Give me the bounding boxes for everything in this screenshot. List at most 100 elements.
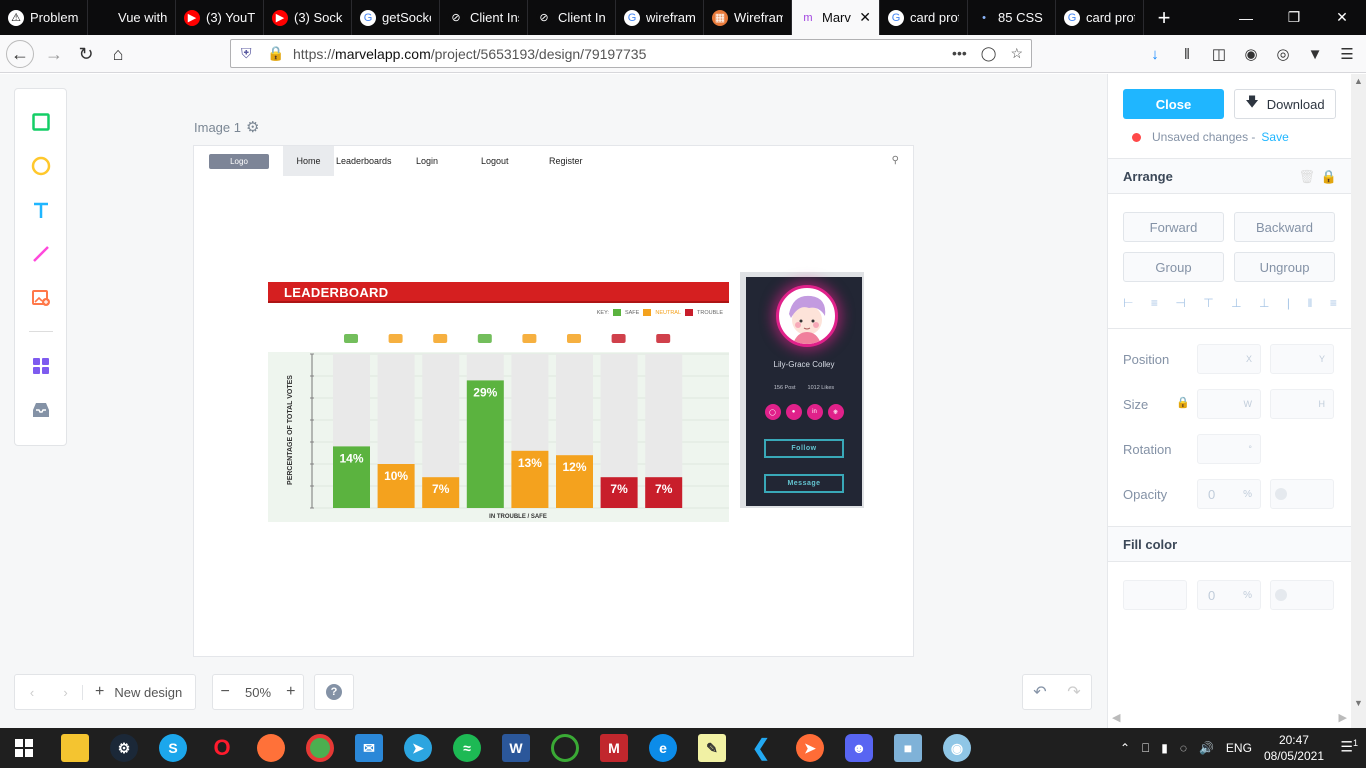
- virtualbox-icon[interactable]: ■: [894, 734, 922, 762]
- notepad-icon[interactable]: ✎: [698, 734, 726, 762]
- firefox-icon[interactable]: [257, 734, 285, 762]
- position-x-field[interactable]: X: [1197, 344, 1261, 374]
- line-tool-icon[interactable]: [28, 241, 54, 267]
- distribute-h-icon[interactable]: ‖: [1307, 296, 1312, 310]
- browser-tab[interactable]: ▶ (3) YouTu: [176, 0, 264, 35]
- forward-icon[interactable]: →: [40, 40, 68, 68]
- home-icon[interactable]: ⌂: [104, 40, 132, 68]
- size-w-field[interactable]: W: [1197, 389, 1261, 419]
- back-icon[interactable]: ←: [6, 40, 34, 68]
- reload-icon[interactable]: ↻: [72, 40, 100, 68]
- browser-tab[interactable]: ⊘ Client In: [528, 0, 616, 35]
- discord-icon[interactable]: ☻: [845, 734, 873, 762]
- artboard-canvas[interactable]: Logo Home Leaderboards Login Logout Regi…: [193, 145, 914, 657]
- tray-chevron-icon[interactable]: ⌃: [1120, 741, 1130, 755]
- browser-tab[interactable]: Gwirefram: [616, 0, 704, 35]
- close-window-icon[interactable]: ✕: [1318, 0, 1366, 35]
- battery-icon[interactable]: ▮: [1161, 741, 1168, 755]
- new-design-button[interactable]: + New design: [83, 683, 182, 701]
- panel-scroll-right-icon[interactable]: ▶: [1339, 711, 1347, 724]
- download-arrow-icon[interactable]: ↓: [1144, 40, 1166, 68]
- vscode-icon[interactable]: ❮: [747, 734, 775, 762]
- url-bar[interactable]: ⛨ 🔒 https://marvelapp.com/project/565319…: [230, 39, 1032, 68]
- size-h-field[interactable]: H: [1270, 389, 1334, 419]
- follow-button[interactable]: Follow: [764, 439, 844, 458]
- bookmark-star-icon[interactable]: ☆: [1010, 45, 1023, 62]
- url-text[interactable]: https://marvelapp.com/project/5653193/de…: [293, 46, 646, 62]
- close-button[interactable]: Close: [1123, 89, 1224, 119]
- wireframe-nav-register[interactable]: Register: [549, 146, 583, 176]
- group-button[interactable]: Group: [1123, 252, 1224, 282]
- language-indicator[interactable]: ENG: [1226, 741, 1252, 755]
- wireframe-nav-leaderboards[interactable]: Leaderboards: [336, 146, 392, 176]
- page-actions-icon[interactable]: •••: [952, 45, 967, 62]
- postman-icon[interactable]: ➤: [796, 734, 824, 762]
- browser-tab[interactable]: ▶ (3) Socke: [264, 0, 352, 35]
- chrome-icon[interactable]: [306, 734, 334, 762]
- inbox-icon[interactable]: [28, 397, 54, 423]
- clock[interactable]: 20:47 08/05/2021: [1264, 732, 1324, 764]
- menu-icon[interactable]: ☰: [1336, 40, 1358, 68]
- panel-scroll-left-icon[interactable]: ◀: [1112, 711, 1120, 724]
- align-middle-v-icon[interactable]: ⊥: [1231, 296, 1241, 310]
- page-scrollbar[interactable]: ▲ ▼: [1351, 74, 1366, 728]
- fill-slider-knob[interactable]: [1275, 589, 1287, 601]
- distribute-v-icon[interactable]: ≡: [1330, 296, 1337, 310]
- opacity-slider[interactable]: [1270, 479, 1334, 509]
- mendeley-icon[interactable]: M: [600, 734, 628, 762]
- browser-tab[interactable]: Gcard prof: [1056, 0, 1144, 35]
- edge-icon[interactable]: e: [649, 734, 677, 762]
- opacity-slider-knob[interactable]: [1275, 488, 1287, 500]
- ungroup-button[interactable]: Ungroup: [1234, 252, 1335, 282]
- zoom-out-icon[interactable]: −: [221, 683, 230, 701]
- message-button[interactable]: Message: [764, 474, 844, 493]
- browser-tab[interactable]: ▦ Wirefram: [704, 0, 792, 35]
- paint-icon[interactable]: ◉: [943, 734, 971, 762]
- rectangle-tool-icon[interactable]: [28, 109, 54, 135]
- wireframe-nav-login[interactable]: Login: [416, 146, 438, 176]
- linkedin-icon[interactable]: in: [806, 404, 823, 420]
- wifi-icon[interactable]: ◌: [1180, 741, 1187, 755]
- spotify-icon[interactable]: ≈: [453, 734, 481, 762]
- wireframe-logo[interactable]: Logo: [209, 154, 269, 169]
- scroll-down-icon[interactable]: ▼: [1354, 698, 1363, 708]
- leaderboard-chart[interactable]: 14% 10% 7% 29% 13% 12% 7% 7% PERCENTAGE OF TOTAL…: [268, 282, 729, 522]
- twitter-icon[interactable]: ●: [785, 404, 802, 420]
- zoom-level[interactable]: 50%: [245, 685, 271, 700]
- opera-icon[interactable]: O: [208, 734, 236, 762]
- telegram-icon[interactable]: ➤: [404, 734, 432, 762]
- browser-tab[interactable]: Vue with par: [88, 0, 176, 35]
- dribbble-icon[interactable]: ❋: [827, 404, 844, 420]
- redo-icon[interactable]: ↷: [1067, 682, 1080, 702]
- trash-icon[interactable]: 🗑: [1298, 159, 1315, 194]
- align-center-h-icon[interactable]: ≡: [1151, 296, 1158, 310]
- browser-tab[interactable]: ⚠ Problem: [0, 0, 88, 35]
- fill-color-swatch[interactable]: [1123, 580, 1187, 610]
- windows-start-icon[interactable]: [10, 734, 38, 762]
- volume-icon[interactable]: 🔊: [1199, 741, 1214, 755]
- browser-tab[interactable]: GgetSocke: [352, 0, 440, 35]
- forward-button[interactable]: Forward: [1123, 212, 1224, 242]
- wireframe-nav-logout[interactable]: Logout: [481, 146, 509, 176]
- skype-icon[interactable]: S: [159, 734, 187, 762]
- rotation-field[interactable]: °: [1197, 434, 1261, 464]
- minimize-icon[interactable]: —: [1222, 0, 1270, 35]
- browser-tab[interactable]: Gcard prof: [880, 0, 968, 35]
- browser-tab[interactable]: m Marv ✕: [792, 0, 880, 35]
- pocket-icon[interactable]: ◯: [981, 45, 997, 62]
- text-tool-icon[interactable]: [28, 197, 54, 223]
- align-left-icon[interactable]: ⊢: [1123, 296, 1133, 310]
- browser-tab[interactable]: ⊘ Client Ins: [440, 0, 528, 35]
- opacity-field[interactable]: 0%: [1197, 479, 1261, 509]
- save-link[interactable]: Save: [1261, 130, 1288, 144]
- align-right-icon[interactable]: ⊣: [1175, 296, 1185, 310]
- restore-icon[interactable]: ❐: [1270, 0, 1318, 35]
- wireframe-search-icon[interactable]: ⚲: [892, 155, 899, 166]
- tracking-shield-icon[interactable]: ⛨: [241, 45, 255, 62]
- position-y-field[interactable]: Y: [1270, 344, 1334, 374]
- artboard-label[interactable]: Image 1 ⚙: [194, 118, 259, 136]
- word-icon[interactable]: W: [502, 734, 530, 762]
- razer-icon[interactable]: [551, 734, 579, 762]
- scroll-up-icon[interactable]: ▲: [1354, 76, 1363, 86]
- next-design-icon[interactable]: ›: [49, 684, 83, 700]
